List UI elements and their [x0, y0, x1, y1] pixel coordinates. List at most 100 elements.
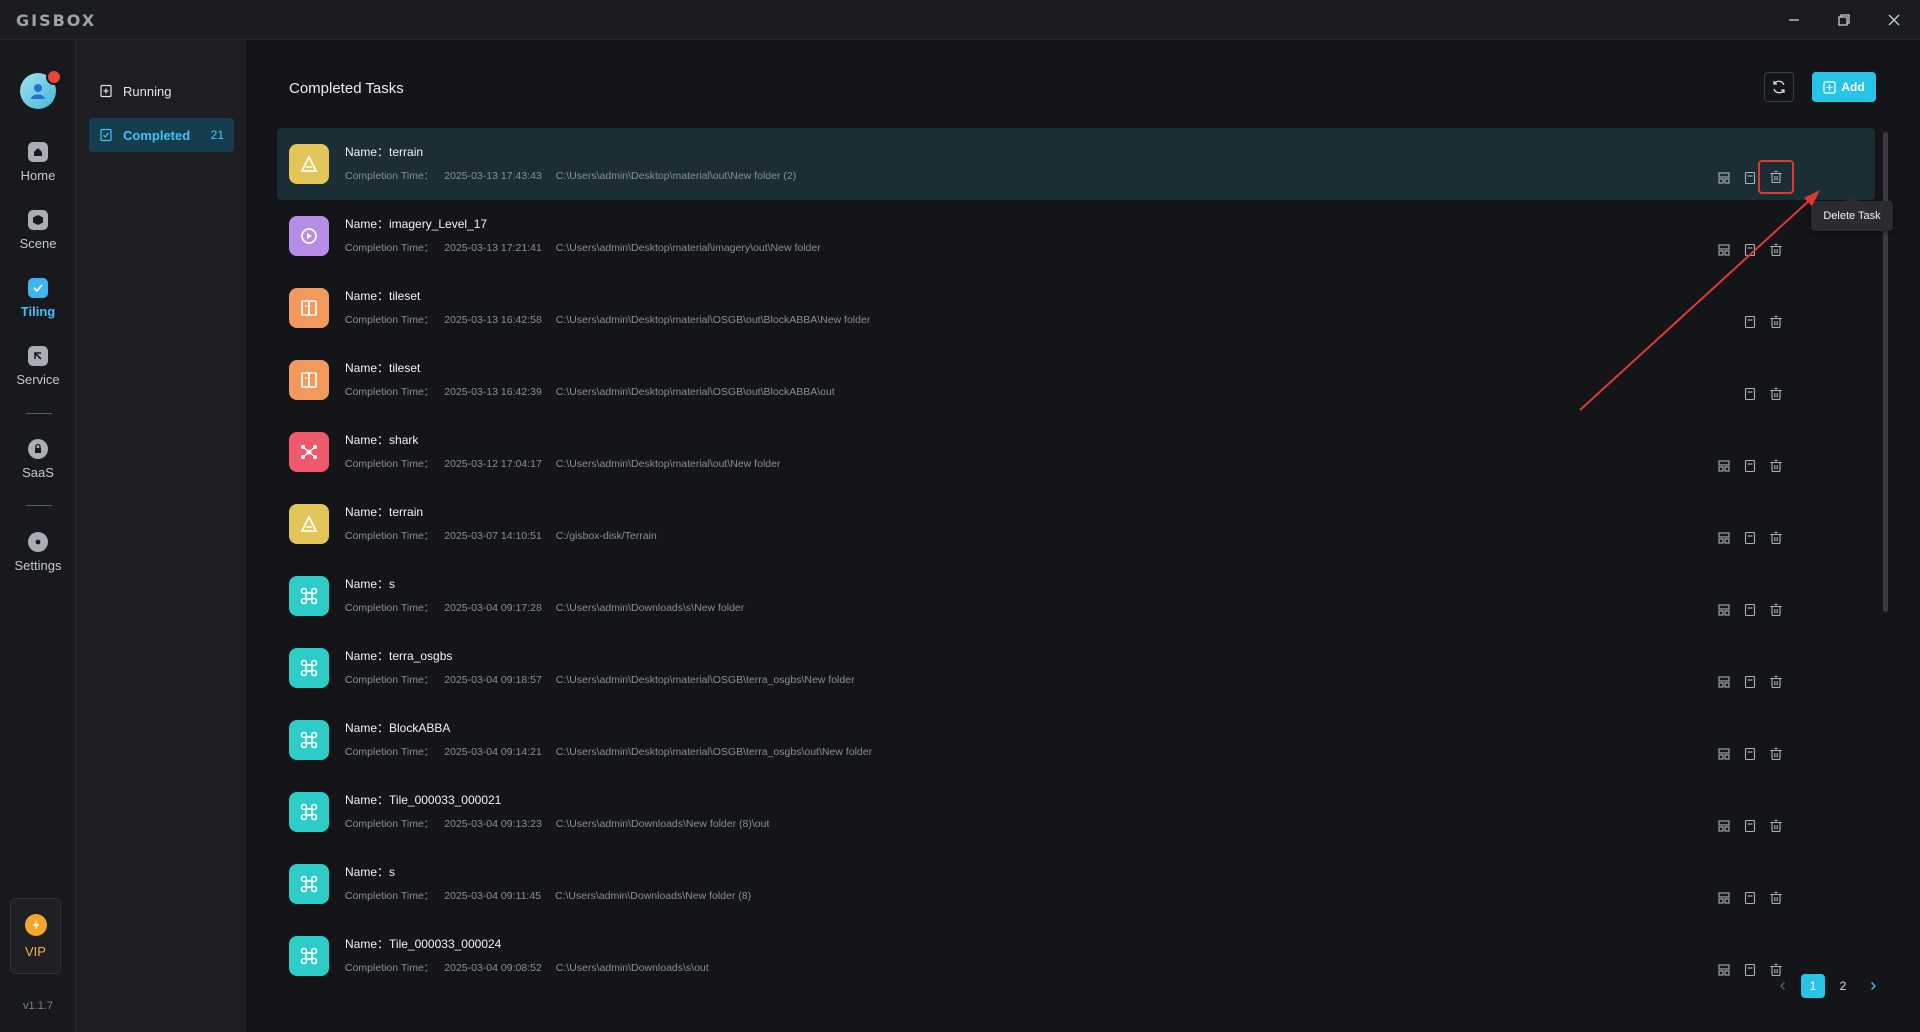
- next-page-button[interactable]: [1861, 974, 1885, 998]
- task-meta: Completion Time： 2025-03-04 09:18:57 C:\Us…: [345, 672, 865, 687]
- completed-file-icon: [100, 128, 112, 142]
- open-folder-button[interactable]: [1738, 526, 1762, 550]
- vip-button[interactable]: VIP: [10, 898, 61, 974]
- open-folder-button[interactable]: [1738, 742, 1762, 766]
- nav-item-home[interactable]: Home: [0, 142, 76, 202]
- open-folder-button[interactable]: [1738, 454, 1762, 478]
- delete-task-button[interactable]: [1764, 310, 1788, 334]
- osgb-task-icon: [289, 864, 329, 904]
- task-name: Name：Tile_000033_000024: [345, 937, 502, 951]
- completion-time: 2025-03-04 09:14:21: [444, 746, 542, 758]
- preview-button[interactable]: [1712, 598, 1736, 622]
- preview-button[interactable]: [1712, 670, 1736, 694]
- nav-item-saas[interactable]: SaaS: [0, 439, 76, 499]
- file-icon: [1743, 603, 1757, 617]
- delete-task-button[interactable]: [1764, 670, 1788, 694]
- completed-count-badge: 21: [210, 128, 224, 142]
- refresh-button[interactable]: [1764, 72, 1794, 102]
- completion-time-label: Completion Time：: [345, 242, 435, 254]
- open-folder-button[interactable]: [1738, 814, 1762, 838]
- cube-icon: [28, 210, 48, 230]
- preview-button[interactable]: [1712, 742, 1736, 766]
- preview-button[interactable]: [1712, 454, 1736, 478]
- open-folder-button[interactable]: [1738, 958, 1762, 982]
- add-label: Add: [1841, 80, 1865, 94]
- task-row[interactable]: Name：shark Completion Time： 2025-03-12 17:…: [277, 416, 1875, 488]
- open-folder-button[interactable]: [1738, 238, 1762, 262]
- prev-page-button[interactable]: [1771, 974, 1795, 998]
- close-button[interactable]: [1880, 8, 1908, 32]
- file-icon: [1743, 387, 1757, 401]
- nav-item-settings[interactable]: Settings: [0, 532, 76, 592]
- delete-task-tooltip: Delete Task: [1811, 195, 1893, 231]
- preview-button[interactable]: [1712, 886, 1736, 910]
- open-folder-button[interactable]: [1738, 670, 1762, 694]
- delete-task-button[interactable]: [1764, 454, 1788, 478]
- task-row[interactable]: Name：Tile_000033_000021 Completion Time： 2…: [277, 776, 1875, 848]
- preview-button[interactable]: [1712, 238, 1736, 262]
- sidebar-item-completed[interactable]: Completed 21: [89, 118, 234, 152]
- task-row[interactable]: Name：terrain Completion Time： 2025-03-13 1…: [277, 128, 1875, 200]
- open-folder-button[interactable]: [1738, 886, 1762, 910]
- delete-task-button[interactable]: [1764, 814, 1788, 838]
- nav-item-tiling[interactable]: Tiling: [0, 278, 76, 338]
- delete-task-button[interactable]: [1764, 598, 1788, 622]
- output-path: C:\Users\admin\Downloads\s\out: [555, 962, 709, 974]
- delete-task-button[interactable]: [1764, 742, 1788, 766]
- osgb-task-icon: [289, 792, 329, 832]
- task-row[interactable]: Name：s Completion Time： 2025-03-04 09:17:2…: [277, 560, 1875, 632]
- task-row[interactable]: Name：Tile_000033_000024 Completion Time： 2…: [277, 920, 1875, 992]
- nav-item-scene[interactable]: Scene: [0, 210, 76, 270]
- osgb-task-icon: [289, 576, 329, 616]
- output-path: C:\Users\admin\Desktop\material\OSGB\out…: [555, 314, 871, 326]
- delete-task-button[interactable]: [1764, 238, 1788, 262]
- task-actions: [1487, 238, 1807, 262]
- nav-item-label: Scene: [19, 236, 57, 251]
- completion-time: 2025-03-04 09:11:45: [444, 890, 542, 902]
- preview-button[interactable]: [1712, 526, 1736, 550]
- lock-icon: [28, 439, 48, 459]
- task-name: Name：tileset: [345, 361, 421, 375]
- task-row[interactable]: Name：terrain Completion Time： 2025-03-07 1…: [277, 488, 1875, 560]
- layout-icon: [1717, 747, 1731, 761]
- page-1-button[interactable]: 1: [1801, 974, 1825, 998]
- file-icon: [1743, 171, 1757, 185]
- task-row[interactable]: Name：tileset Completion Time： 2025-03-13 1…: [277, 344, 1875, 416]
- completion-time-label: Completion Time：: [345, 962, 435, 974]
- open-folder-button[interactable]: [1738, 310, 1762, 334]
- delete-task-button[interactable]: [1764, 886, 1788, 910]
- open-folder-button[interactable]: [1738, 598, 1762, 622]
- completion-time-label: Completion Time：: [345, 530, 435, 542]
- avatar[interactable]: [20, 69, 62, 109]
- preview-button[interactable]: [1712, 814, 1736, 838]
- delete-task-button[interactable]: [1764, 382, 1788, 406]
- preview-button[interactable]: [1712, 166, 1736, 190]
- task-actions: [1487, 454, 1807, 478]
- completion-time-label: Completion Time：: [345, 746, 435, 758]
- open-folder-button[interactable]: [1738, 382, 1762, 406]
- delete-task-button[interactable]: [1758, 160, 1794, 194]
- layout-icon: [1717, 963, 1731, 977]
- nav-item-service[interactable]: Service: [0, 346, 76, 406]
- completion-time: 2025-03-04 09:13:23: [444, 818, 542, 830]
- notification-badge: [46, 69, 62, 85]
- task-row[interactable]: Name：tileset Completion Time： 2025-03-13 1…: [277, 272, 1875, 344]
- add-task-button[interactable]: Add: [1812, 72, 1876, 102]
- task-row[interactable]: Name：terra_osgbs Completion Time： 2025-03-…: [277, 632, 1875, 704]
- osgb-task-icon: [289, 648, 329, 688]
- preview-button[interactable]: [1712, 958, 1736, 982]
- task-name: Name：Tile_000033_000021: [345, 793, 502, 807]
- task-meta: Completion Time： 2025-03-13 17:43:43 C:\Us…: [345, 168, 806, 183]
- task-row[interactable]: Name：s Completion Time： 2025-03-04 09:11:4…: [277, 848, 1875, 920]
- completion-time: 2025-03-13 16:42:58: [444, 314, 542, 326]
- delete-task-button[interactable]: [1764, 526, 1788, 550]
- trash-icon: [1769, 387, 1783, 401]
- task-list: Name：terrain Completion Time： 2025-03-13 1…: [277, 128, 1875, 1008]
- sidebar-item-running[interactable]: Running: [89, 74, 234, 108]
- minimize-button[interactable]: [1780, 8, 1808, 32]
- trash-icon: [1769, 747, 1783, 761]
- restore-button[interactable]: [1830, 8, 1858, 32]
- task-row[interactable]: Name：BlockABBA Completion Time： 2025-03-04…: [277, 704, 1875, 776]
- task-row[interactable]: Name：imagery_Level_17 Completion Time： 202…: [277, 200, 1875, 272]
- page-2-button[interactable]: 2: [1831, 974, 1855, 998]
